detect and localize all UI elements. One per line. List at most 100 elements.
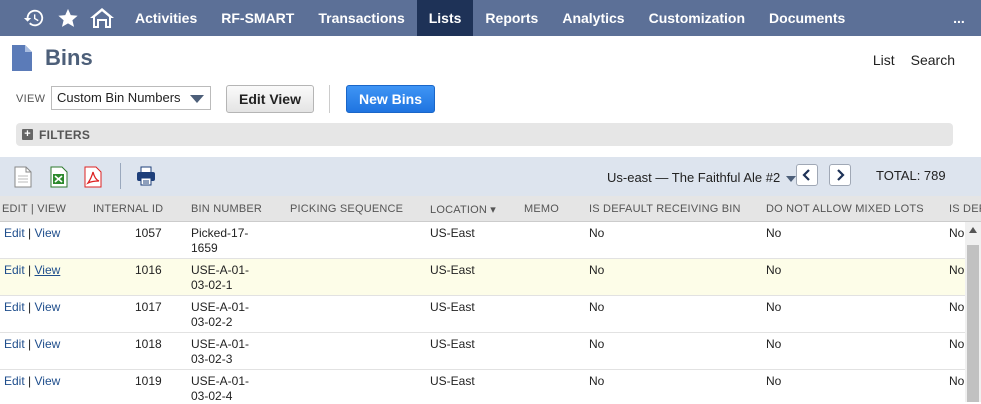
view-label: VIEW: [16, 93, 46, 105]
cell-default-receiving: No: [589, 226, 605, 240]
link-separator: |: [28, 337, 32, 351]
edit-link[interactable]: Edit: [4, 374, 25, 388]
edit-link[interactable]: Edit: [4, 300, 25, 314]
nav-reports[interactable]: Reports: [473, 0, 550, 36]
view-link[interactable]: View: [35, 374, 61, 388]
export-pdf-icon[interactable]: [84, 166, 104, 188]
nav-analytics[interactable]: Analytics: [550, 0, 636, 36]
cell-default-receiving: No: [589, 337, 605, 351]
filters-label: FILTERS: [39, 127, 91, 142]
next-page-button[interactable]: [829, 164, 851, 186]
table-row: Edit | View 1017 USE-A-01- 03-02-2 US-Eas…: [0, 296, 965, 333]
home-icon[interactable]: [85, 0, 119, 36]
top-nav: Activities RF-SMART Transactions Lists R…: [0, 0, 981, 36]
cell-internal-id: 1019: [135, 374, 162, 388]
cell-default-receiving: No: [589, 263, 605, 277]
chevron-down-icon: [190, 95, 204, 103]
link-separator: |: [28, 300, 32, 314]
col-picking-sequence[interactable]: PICKING SEQUENCE: [290, 203, 403, 215]
edit-link[interactable]: Edit: [4, 226, 25, 240]
recent-icon[interactable]: [17, 0, 51, 36]
search-link[interactable]: Search: [911, 52, 955, 68]
cell-no-mixed-lots: No: [766, 337, 782, 351]
chevron-right-icon: [837, 169, 845, 181]
filters-bar[interactable]: + FILTERS: [16, 123, 953, 146]
location-select[interactable]: Us-east — The Faithful Ale #2: [607, 170, 797, 185]
link-separator: |: [28, 263, 32, 277]
view-link[interactable]: View: [35, 337, 61, 351]
export-csv-icon[interactable]: [14, 166, 34, 188]
nav-customization[interactable]: Customization: [637, 0, 757, 36]
cell-location: US-East: [430, 300, 475, 314]
print-icon[interactable]: [136, 166, 156, 188]
cell-no-mixed-lots: No: [766, 300, 782, 314]
cell-bin-number-cont: 03-02-4: [191, 389, 233, 403]
view-select[interactable]: Custom Bin Numbers: [51, 86, 211, 110]
cell-bin-number: Picked-17-: [191, 226, 249, 240]
link-separator: |: [28, 374, 32, 388]
view-link[interactable]: View: [35, 226, 61, 240]
nav-transactions[interactable]: Transactions: [306, 0, 416, 36]
total-count: TOTAL: 789: [876, 168, 946, 183]
edit-link[interactable]: Edit: [4, 337, 25, 351]
cell-bin-number-cont: 1659: [191, 241, 218, 255]
cell-location: US-East: [430, 226, 475, 240]
col-is-default-receiving-bin[interactable]: IS DEFAULT RECEIVING BIN: [589, 203, 741, 215]
cell-bin-number: USE-A-01-: [191, 263, 250, 277]
view-link[interactable]: View: [35, 263, 61, 277]
chevron-down-icon: [786, 175, 797, 182]
cell-internal-id: 1018: [135, 337, 162, 351]
nav-lists[interactable]: Lists: [416, 0, 474, 36]
col-location[interactable]: LOCATION ▾: [430, 203, 496, 216]
cell-bin-number-cont: 03-02-1: [191, 278, 233, 292]
nav-activities[interactable]: Activities: [123, 0, 209, 36]
edit-view-button[interactable]: Edit View: [226, 85, 314, 113]
new-bins-button[interactable]: New Bins: [346, 85, 435, 113]
scroll-up-icon[interactable]: [965, 222, 981, 238]
page-title: Bins: [45, 45, 93, 70]
col-do-not-allow-mixed-lots[interactable]: DO NOT ALLOW MIXED LOTS: [766, 203, 924, 215]
cell-location: US-East: [430, 374, 475, 388]
title-links: List Search: [873, 52, 955, 68]
table-row: Edit | View 1057 Picked-17- 1659 US-East …: [0, 222, 965, 259]
view-link[interactable]: View: [35, 300, 61, 314]
cell-location: US-East: [430, 337, 475, 351]
cell-bin-number: USE-A-01-: [191, 337, 250, 351]
col-edit-view: EDIT | VIEW: [2, 203, 67, 215]
cell-default-receiving: No: [589, 374, 605, 388]
export-excel-icon[interactable]: [50, 166, 70, 188]
star-icon[interactable]: [51, 0, 85, 36]
divider: [329, 85, 330, 113]
cell-no-mixed-lots: No: [766, 263, 782, 277]
cell-default-receiving: No: [589, 300, 605, 314]
col-is-default[interactable]: IS DEF: [949, 203, 981, 215]
nav-more-button[interactable]: ...: [937, 10, 981, 26]
toolbar-divider: [120, 163, 121, 189]
cell-is-default: No: [949, 337, 965, 351]
cell-bin-number-cont: 03-02-3: [191, 352, 233, 366]
prev-page-button[interactable]: [796, 164, 818, 186]
cell-no-mixed-lots: No: [766, 374, 782, 388]
table-header: EDIT | VIEW INTERNAL ID BIN NUMBER PICKI…: [0, 196, 981, 222]
cell-bin-number-cont: 03-02-2: [191, 315, 233, 329]
location-select-value: Us-east — The Faithful Ale #2: [607, 170, 781, 185]
scrollbar-thumb[interactable]: [967, 245, 979, 402]
col-bin-number[interactable]: BIN NUMBER: [191, 203, 262, 215]
cell-is-default: No: [949, 226, 965, 240]
cell-is-default: No: [949, 300, 965, 314]
chevron-left-icon: [802, 169, 810, 181]
link-separator: |: [28, 226, 32, 240]
list-toolbar: Us-east — The Faithful Ale #2 TOTAL: 789: [0, 157, 981, 196]
edit-link[interactable]: Edit: [4, 263, 25, 277]
plus-icon: +: [22, 129, 33, 140]
cell-is-default: No: [949, 374, 965, 388]
cell-is-default: No: [949, 263, 965, 277]
table-row: Edit | View 1016 USE-A-01- 03-02-1 US-Eas…: [0, 259, 965, 296]
cell-internal-id: 1017: [135, 300, 162, 314]
list-link[interactable]: List: [873, 52, 895, 68]
nav-rf-smart[interactable]: RF-SMART: [209, 0, 306, 36]
col-memo[interactable]: MEMO: [524, 203, 559, 215]
view-select-value: Custom Bin Numbers: [57, 90, 181, 105]
nav-documents[interactable]: Documents: [757, 0, 857, 36]
col-internal-id[interactable]: INTERNAL ID: [93, 203, 163, 215]
